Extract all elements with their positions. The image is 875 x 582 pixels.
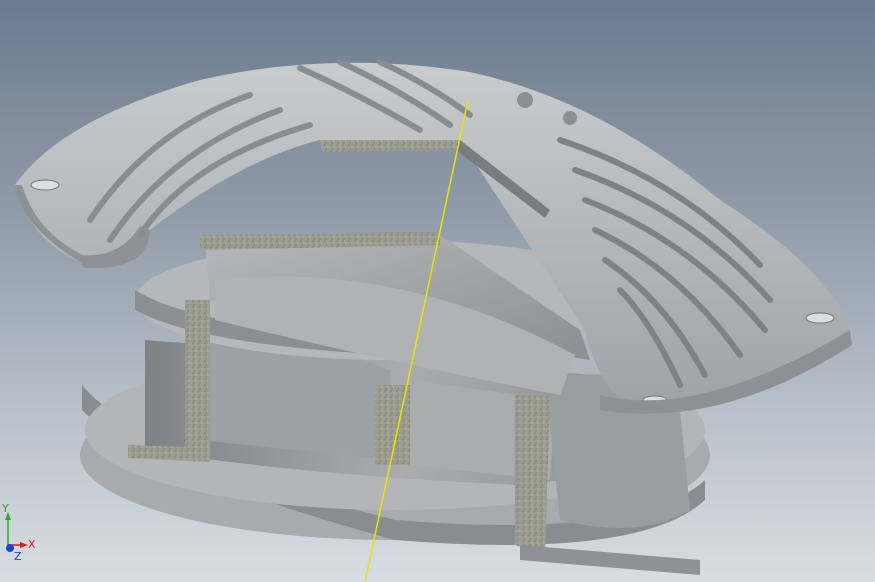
x-axis-label: X — [28, 538, 36, 551]
z-axis-label: Z — [14, 550, 22, 563]
y-axis-label: Y — [1, 502, 9, 515]
cad-viewport[interactable]: X Y Z — [0, 0, 875, 582]
cad-model[interactable] — [0, 0, 875, 582]
coordinate-triad: X Y Z — [1, 502, 36, 563]
